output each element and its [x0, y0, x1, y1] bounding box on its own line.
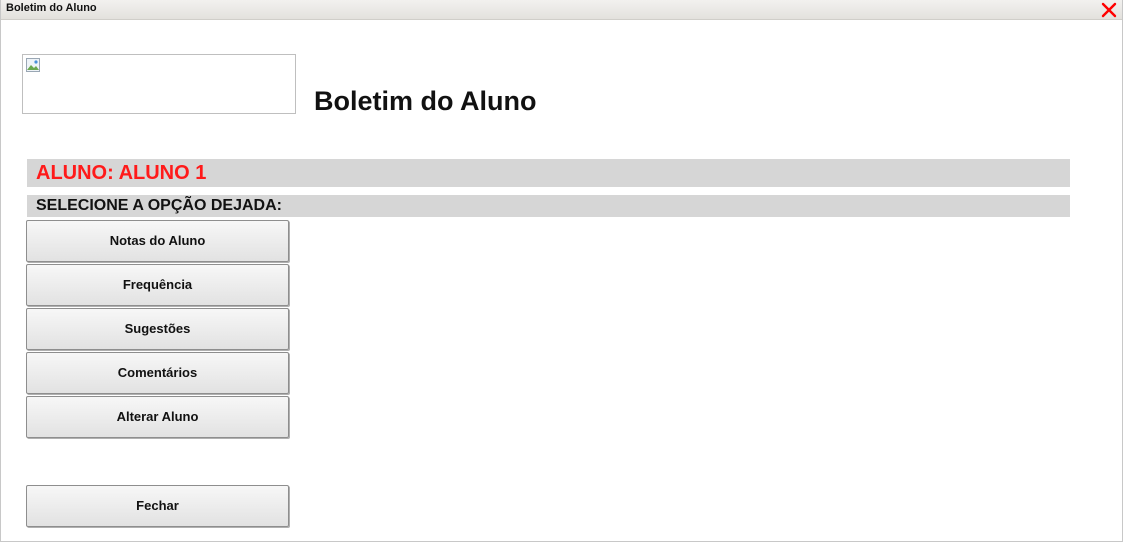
student-bar: ALUNO: ALUNO 1: [27, 159, 1070, 187]
frequencia-button[interactable]: Frequência: [26, 264, 289, 306]
fechar-button[interactable]: Fechar: [26, 485, 289, 527]
broken-image-icon: [26, 58, 40, 72]
comentarios-button[interactable]: Comentários: [26, 352, 289, 394]
select-option-bar: SELECIONE A OPÇÃO DEJADA:: [27, 195, 1070, 217]
student-name-label: ALUNO: ALUNO 1: [36, 162, 207, 184]
title-bar: Boletim do Aluno: [1, 0, 1122, 20]
dialog-window: Boletim do Aluno Boletim do Aluno ALUNO:…: [0, 0, 1123, 542]
select-option-label: SELECIONE A OPÇÃO DEJADA:: [36, 197, 282, 214]
logo-image: [22, 54, 296, 114]
sugestoes-button[interactable]: Sugestões: [26, 308, 289, 350]
notas-do-aluno-button[interactable]: Notas do Aluno: [26, 220, 289, 262]
alterar-aluno-button[interactable]: Alterar Aluno: [26, 396, 289, 438]
window-title: Boletim do Aluno: [6, 2, 97, 14]
page-title: Boletim do Aluno: [314, 86, 537, 116]
close-icon[interactable]: [1100, 1, 1118, 19]
